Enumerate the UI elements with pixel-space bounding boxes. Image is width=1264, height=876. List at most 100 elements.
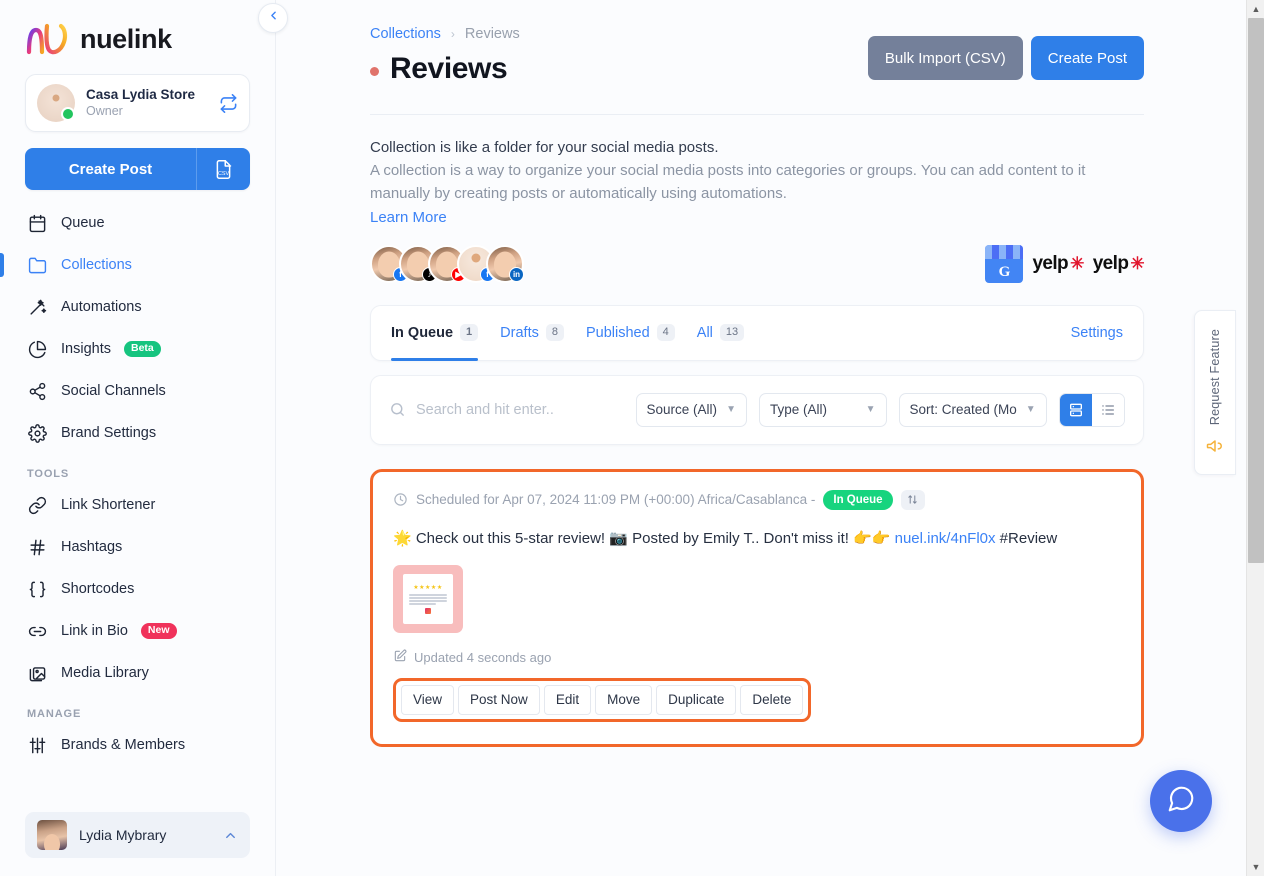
- app-logo[interactable]: nuelink: [25, 0, 250, 70]
- page-scrollbar[interactable]: ▲ ▼: [1246, 0, 1264, 876]
- sidebar-item-media-library[interactable]: Media Library: [25, 652, 250, 694]
- post-short-link[interactable]: nuel.ink/4nFl0x: [895, 530, 996, 547]
- sidebar-item-automations[interactable]: Automations: [25, 286, 250, 328]
- tab-label: All: [696, 324, 713, 341]
- nuelink-logo-icon: [25, 22, 71, 56]
- type-filter-dropdown[interactable]: Type (All) ▼: [758, 392, 887, 427]
- edit-button[interactable]: Edit: [543, 684, 592, 715]
- sidebar-item-brand-settings[interactable]: Brand Settings: [25, 412, 250, 454]
- sidebar-collapse-button[interactable]: [258, 3, 288, 33]
- sidebar-item-insights[interactable]: Insights Beta: [25, 328, 250, 370]
- type-filter-label: Type (All): [769, 402, 827, 418]
- sidebar-item-label: Collections: [61, 257, 132, 273]
- post-thumbnail-review-image[interactable]: ★★★★★: [393, 564, 463, 633]
- request-feature-tab[interactable]: Request Feature: [1194, 310, 1236, 475]
- brand-avatar: [37, 84, 75, 122]
- sidebar-item-label: Link in Bio: [61, 623, 128, 639]
- tab-in-queue[interactable]: In Queue 1: [391, 305, 479, 361]
- header-actions: Bulk Import (CSV) Create Post: [867, 36, 1144, 80]
- tab-count: 13: [719, 324, 745, 342]
- tab-label: Published: [585, 324, 650, 341]
- post-content-suffix: #Review: [995, 529, 1058, 547]
- create-post-split-button: Create Post CSV: [25, 148, 250, 190]
- search-wrapper: [389, 401, 624, 418]
- yelp-icon: yelp ✳: [1092, 252, 1145, 274]
- sidebar-item-collections[interactable]: Collections: [0, 244, 250, 286]
- page-title: Reviews: [390, 52, 508, 85]
- sidebar-item-brands-members[interactable]: Brands & Members: [25, 724, 250, 766]
- move-button[interactable]: Move: [595, 684, 653, 715]
- new-badge: New: [140, 623, 177, 639]
- tab-count: 8: [545, 324, 564, 342]
- chat-bubble-icon: [1166, 784, 1196, 819]
- chat-support-button[interactable]: [1150, 770, 1212, 832]
- pie-chart-icon: [27, 339, 48, 360]
- search-input[interactable]: [416, 401, 606, 418]
- bulk-import-csv-button[interactable]: Bulk Import (CSV): [867, 36, 1023, 80]
- breadcrumb-current: Reviews: [464, 26, 520, 42]
- list-view-icon[interactable]: [1091, 393, 1124, 426]
- user-name: Lydia Mybrary: [79, 827, 167, 843]
- sidebar-item-link-in-bio[interactable]: Link in Bio New: [25, 610, 250, 652]
- sidebar-item-shortcodes[interactable]: Shortcodes: [25, 568, 250, 610]
- scroll-down-arrow-icon[interactable]: ▼: [1247, 858, 1264, 876]
- chevron-down-icon: ▼: [1025, 404, 1036, 416]
- sort-arrows-icon[interactable]: [900, 489, 925, 510]
- linkedin-badge-icon: in: [509, 266, 524, 282]
- grid-view-icon[interactable]: [1059, 393, 1092, 426]
- avatar[interactable]: in: [486, 244, 524, 283]
- create-post-button[interactable]: Create Post: [25, 148, 196, 190]
- post-now-button[interactable]: Post Now: [458, 684, 540, 715]
- post-updated-text: Updated 4 seconds ago: [414, 649, 552, 665]
- gear-icon: [27, 423, 48, 444]
- sidebar-item-label: Shortcodes: [61, 581, 135, 597]
- brand-switcher-card[interactable]: Casa Lydia Store Owner: [25, 74, 250, 132]
- sidebar-item-queue[interactable]: Queue: [25, 202, 250, 244]
- section-label-manage: MANAGE: [27, 708, 82, 720]
- review-sources: G yelp ✳ yelp ✳: [985, 244, 1145, 283]
- switch-brand-icon[interactable]: [219, 93, 238, 113]
- description-body: A collection is a way to organize your s…: [370, 162, 1086, 202]
- sidebar-item-hashtags[interactable]: Hashtags: [25, 526, 250, 568]
- connected-accounts-avatars: f ♪ ▶ f in: [370, 244, 524, 283]
- sidebar-item-label: Social Channels: [61, 383, 166, 399]
- calendar-icon: [27, 213, 48, 234]
- post-card[interactable]: Scheduled for Apr 07, 2024 11:09 PM (+00…: [370, 468, 1144, 747]
- status-badge: In Queue: [823, 489, 893, 510]
- delete-button[interactable]: Delete: [740, 684, 804, 715]
- tab-drafts[interactable]: Drafts 8: [500, 305, 564, 361]
- post-content-prefix: 🌟 Check out this 5-star review! 📷 Posted…: [393, 529, 895, 547]
- magic-wand-icon: [27, 297, 48, 318]
- scrollbar-thumb[interactable]: [1248, 18, 1264, 563]
- learn-more-link[interactable]: Learn More: [370, 209, 447, 226]
- yelp-label: yelp: [1092, 252, 1129, 274]
- request-feature-label: Request Feature: [1208, 329, 1222, 426]
- section-label-tools: TOOLS: [27, 468, 70, 480]
- sidebar-item-link-shortener[interactable]: Link Shortener: [25, 484, 250, 526]
- main-content: Collections › Reviews Reviews Collection…: [276, 0, 1264, 876]
- breadcrumb-collections[interactable]: Collections: [370, 26, 441, 42]
- scroll-up-arrow-icon[interactable]: ▲: [1247, 0, 1264, 18]
- view-button[interactable]: View: [401, 684, 455, 715]
- sort-dropdown[interactable]: Sort: Created (Mo ▼: [898, 392, 1047, 427]
- folder-icon: [27, 255, 48, 276]
- user-account-card[interactable]: Lydia Mybrary: [25, 812, 250, 858]
- chevron-down-icon: ▼: [726, 404, 736, 416]
- review-text-lines: [409, 594, 447, 605]
- tab-all[interactable]: All 13: [696, 305, 745, 361]
- avatar: [37, 820, 67, 850]
- sidebar-item-social-channels[interactable]: Social Channels: [25, 370, 250, 412]
- sidebar-item-label: Brands & Members: [61, 737, 186, 753]
- source-filter-label: Source (All): [646, 402, 718, 418]
- tab-published[interactable]: Published 4: [586, 305, 675, 361]
- chevron-left-icon: [267, 9, 280, 27]
- main-inner: Collections › Reviews Reviews Collection…: [276, 0, 1264, 747]
- source-filter-dropdown[interactable]: Source (All) ▼: [635, 392, 747, 427]
- duplicate-button[interactable]: Duplicate: [656, 684, 737, 715]
- create-post-header-button[interactable]: Create Post: [1030, 36, 1144, 80]
- chevron-up-icon[interactable]: [223, 828, 238, 843]
- sidebar-item-label: Hashtags: [61, 539, 123, 555]
- csv-import-button[interactable]: CSV: [196, 148, 250, 190]
- settings-link[interactable]: Settings: [1071, 325, 1123, 341]
- review-card-graphic: ★★★★★: [403, 573, 453, 624]
